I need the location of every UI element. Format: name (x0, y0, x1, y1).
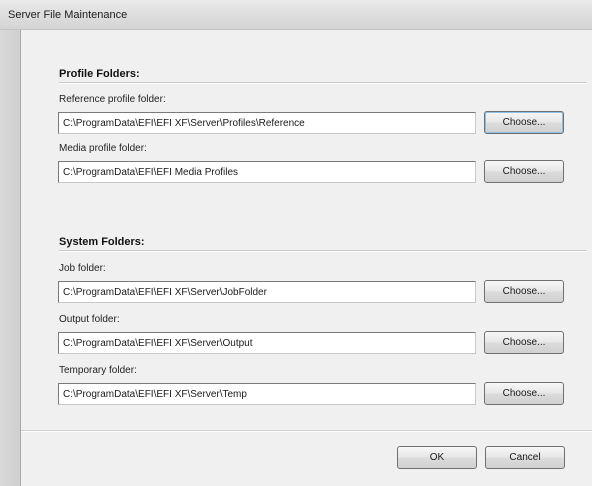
window-title: Server File Maintenance (8, 9, 128, 21)
dialog-body: Profile Folders: Reference profile folde… (21, 30, 592, 486)
job-folder-field[interactable] (58, 281, 476, 303)
reference-profile-folder-label: Reference profile folder: (59, 94, 166, 105)
ok-button[interactable]: OK (397, 446, 477, 469)
choose-output-folder-button[interactable]: Choose... (484, 331, 564, 354)
server-file-maintenance-dialog: Server File Maintenance Profile Folders:… (0, 0, 592, 486)
choose-media-folder-button[interactable]: Choose... (484, 160, 564, 183)
profile-folders-divider (59, 82, 586, 84)
choose-reference-folder-button[interactable]: Choose... (484, 111, 564, 134)
system-folders-divider (59, 250, 586, 252)
window-frame-left (0, 30, 21, 486)
output-folder-field[interactable] (58, 332, 476, 354)
reference-profile-folder-field[interactable] (58, 112, 476, 134)
choose-job-folder-button[interactable]: Choose... (484, 280, 564, 303)
job-folder-label: Job folder: (59, 263, 106, 274)
footer-divider (21, 430, 592, 432)
title-bar[interactable]: Server File Maintenance (0, 0, 592, 30)
cancel-button[interactable]: Cancel (485, 446, 565, 469)
media-profile-folder-label: Media profile folder: (59, 143, 147, 154)
temporary-folder-label: Temporary folder: (59, 365, 137, 376)
system-folders-header: System Folders: (59, 236, 145, 248)
temporary-folder-field[interactable] (58, 383, 476, 405)
media-profile-folder-field[interactable] (58, 161, 476, 183)
profile-folders-header: Profile Folders: (59, 68, 140, 80)
choose-temporary-folder-button[interactable]: Choose... (484, 382, 564, 405)
output-folder-label: Output folder: (59, 314, 120, 325)
